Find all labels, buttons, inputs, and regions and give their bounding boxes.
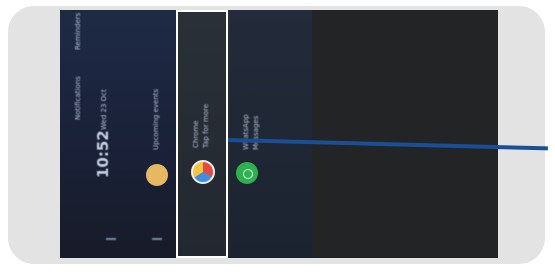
panel-header-left: Notifications: [74, 76, 82, 120]
divider: [152, 238, 162, 240]
panel1-app-name: Upcoming events: [152, 88, 160, 150]
empty-area: [312, 10, 498, 258]
whatsapp-app-icon[interactable]: [236, 162, 258, 184]
date-line: Wed 23 Oct: [100, 89, 108, 130]
calendar-app-icon[interactable]: [146, 164, 168, 186]
divider: [106, 238, 116, 240]
edge-panels-screen: Notifications Reminders 10:52 Wed 23 Oct…: [60, 10, 498, 258]
whatsapp-panel[interactable]: WhatsApp Messages: [230, 10, 312, 258]
panel-header-right: Reminders: [74, 12, 82, 50]
clock: 10:52: [94, 130, 112, 178]
panel3-app-name: WhatsApp: [242, 114, 250, 150]
selected-panel-highlight: [176, 10, 228, 258]
notification-panel[interactable]: Notifications Reminders 10:52 Wed 23 Oct…: [60, 10, 178, 258]
panel3-label: Messages: [252, 115, 260, 150]
